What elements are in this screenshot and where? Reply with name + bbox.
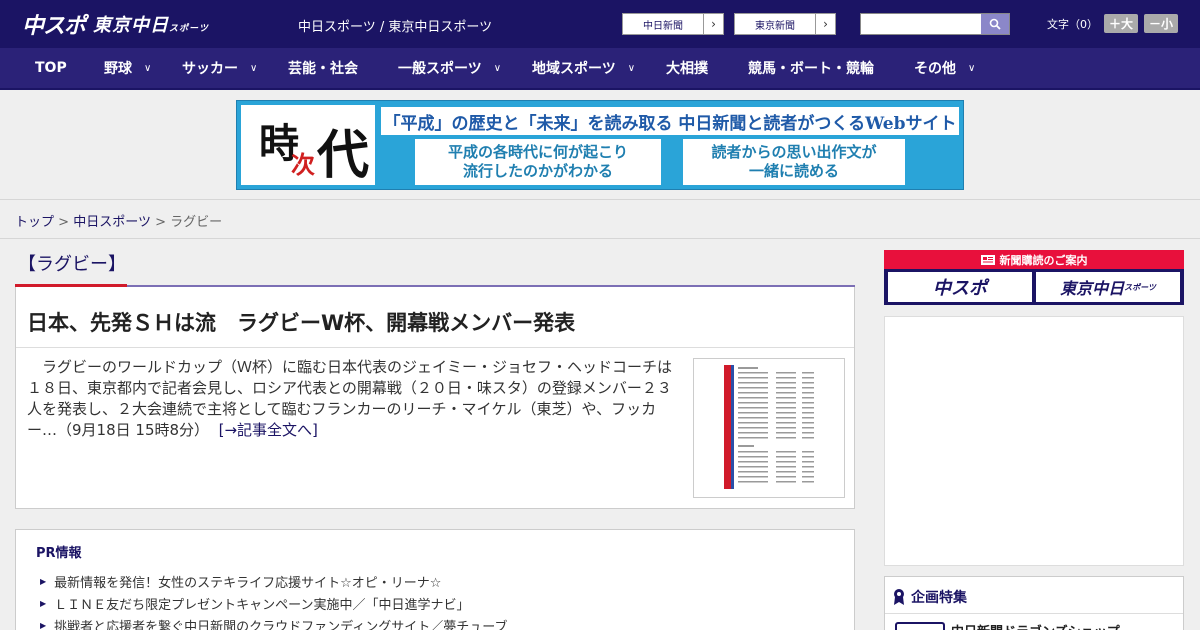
feature-item-dragons-shop[interactable]: 中日新聞ドラゴンズショップ — [951, 621, 1120, 630]
logo-chuspo: 中スポ — [22, 14, 86, 39]
chevron-down-icon: ∨ — [144, 62, 152, 74]
subscription-title: 新聞購読のご案内 — [884, 250, 1184, 269]
nav-keiba[interactable]: 競馬・ボート・競輪 — [748, 48, 874, 88]
pr-box: PR情報 ▶ 最新情報を発信！女性のステキライフ応援サイト☆オピ・リーナ☆ ▶ ＬＩ… — [15, 529, 855, 630]
pr-item[interactable]: ▶ 挑戦者と応援者を繋ぐ中日新聞のクラウドファンディングサイト／夢チューブ — [40, 614, 507, 630]
divider — [885, 613, 1183, 614]
nav-sumo[interactable]: 大相撲 — [666, 48, 708, 88]
main-nav: TOP 野球 ∨ サッカー ∨ 芸能・社会 一般スポーツ ∨ 地域スポーツ ∨ 大相撲 … — [0, 48, 1200, 90]
font-size-label: 文字（0） — [1047, 17, 1098, 31]
nav-local-sports[interactable]: 地域スポーツ ∨ — [532, 48, 635, 88]
pr-title: PR情報 — [36, 546, 82, 561]
divider — [16, 347, 854, 348]
banner-box-history: 平成の各時代に何が起こり 流行したのかがわかる — [415, 139, 661, 185]
newspaper-icon — [980, 254, 995, 265]
search-input[interactable] — [861, 14, 981, 34]
site-title: 中日スポーツ / 東京中日スポーツ — [298, 20, 493, 35]
bullet-triangle-icon: ▶ — [40, 620, 47, 630]
shop-icon — [895, 622, 945, 630]
pr-item[interactable]: ▶ 最新情報を発信！女性のステキライフ応援サイト☆オピ・リーナ☆ — [40, 570, 507, 592]
nav-other[interactable]: その他 ∨ — [914, 48, 975, 88]
breadcrumb-home[interactable]: トップ — [15, 215, 54, 230]
feature-heading: 企画特集 — [893, 587, 967, 607]
article-timestamp: （9月18日 15時8分） — [57, 421, 210, 439]
search-button[interactable] — [981, 14, 1009, 34]
chevron-down-icon: ∨ — [250, 62, 258, 74]
nav-soccer[interactable]: サッカー ∨ — [182, 48, 257, 88]
search-icon — [989, 18, 1001, 30]
section-title: 【ラグビー】 — [18, 254, 126, 275]
breadcrumb-chunichi-sports[interactable]: 中日スポーツ — [73, 215, 151, 230]
font-larger-button[interactable]: ＋大 — [1104, 14, 1139, 33]
ad-placeholder — [884, 316, 1184, 566]
subscribe-chuspo-button[interactable]: 中スポ — [888, 272, 1032, 302]
bullet-triangle-icon: ▶ — [40, 598, 47, 608]
nav-baseball[interactable]: 野球 ∨ — [104, 48, 151, 88]
subscribe-tokyo-chunichi-button[interactable]: 東京中日 スポーツ — [1036, 272, 1180, 302]
pr-item[interactable]: ▶ ＬＩＮＥ友だち限定プレゼントキャンペーン実施中／「中日進学ナビ」 — [40, 592, 507, 614]
banner-box-memories: 読者からの思い出作文が 一緒に読める — [683, 139, 905, 185]
ribbon-icon — [894, 589, 904, 605]
pr-list: ▶ 最新情報を発信！女性のステキライフ応援サイト☆オピ・リーナ☆ ▶ ＬＩＮＥ友だち… — [40, 570, 507, 630]
breadcrumb: トップ > 中日スポーツ > ラグビー — [15, 215, 223, 230]
breadcrumb-current: ラグビー — [170, 215, 223, 230]
font-smaller-button[interactable]: －小 — [1144, 14, 1179, 33]
site-logo[interactable]: 中スポ 東京中日スポーツ — [22, 8, 209, 40]
chevron-down-icon: ∨ — [627, 62, 636, 74]
search-box — [860, 13, 1010, 35]
read-more-link[interactable]: [→記事全文へ] — [219, 421, 318, 439]
divider — [0, 238, 1200, 239]
subscription-banner: 新聞購読のご案内 中スポ 東京中日 スポーツ — [884, 250, 1184, 305]
article-thumbnail[interactable] — [693, 358, 845, 498]
chevron-down-icon: ∨ — [968, 62, 976, 74]
banner-headline: 「平成」の歴史と「未来」を読み取る 中日新聞と読者がつくるWebサイト — [381, 107, 959, 135]
article-summary: ラグビーのワールドカップ（Ｗ杯）に臨む日本代表のジェイミー・ジョセフ・ヘッドコー… — [27, 358, 673, 439]
chevron-down-icon: ∨ — [493, 62, 502, 74]
feature-box: 企画特集 中日新聞ドラゴンズショップ — [884, 576, 1184, 630]
article-card: 日本、先発ＳＨは流 ラグビーW杯、開幕戦メンバー発表 ラグビーのワールドカップ（… — [15, 287, 855, 509]
chunichi-shimbun-button[interactable]: 中日新聞 › — [622, 13, 724, 35]
nav-top[interactable]: TOP — [35, 48, 67, 88]
site-header: 中スポ 東京中日スポーツ 中日スポーツ / 東京中日スポーツ 中日新聞 › 東京… — [0, 0, 1200, 48]
nav-entertainment[interactable]: 芸能・社会 — [288, 48, 358, 88]
roster-image — [724, 365, 814, 489]
chevron-right-icon: › — [815, 14, 835, 34]
bullet-triangle-icon: ▶ — [40, 576, 47, 586]
banner-logo: 時 次 代 — [241, 105, 375, 186]
tokyo-shimbun-button[interactable]: 東京新聞 › — [734, 13, 836, 35]
chevron-right-icon: › — [703, 14, 723, 34]
article-title[interactable]: 日本、先発ＳＨは流 ラグビーW杯、開幕戦メンバー発表 — [27, 307, 575, 337]
jidai-banner[interactable]: 時 次 代 「平成」の歴史と「未来」を読み取る 中日新聞と読者がつくるWebサイ… — [236, 100, 964, 190]
logo-tokyo-chunichi: 東京中日スポーツ — [93, 15, 209, 36]
font-size-control: 文字（0） ＋大 －小 — [1047, 14, 1179, 33]
nav-general-sports[interactable]: 一般スポーツ ∨ — [398, 48, 501, 88]
